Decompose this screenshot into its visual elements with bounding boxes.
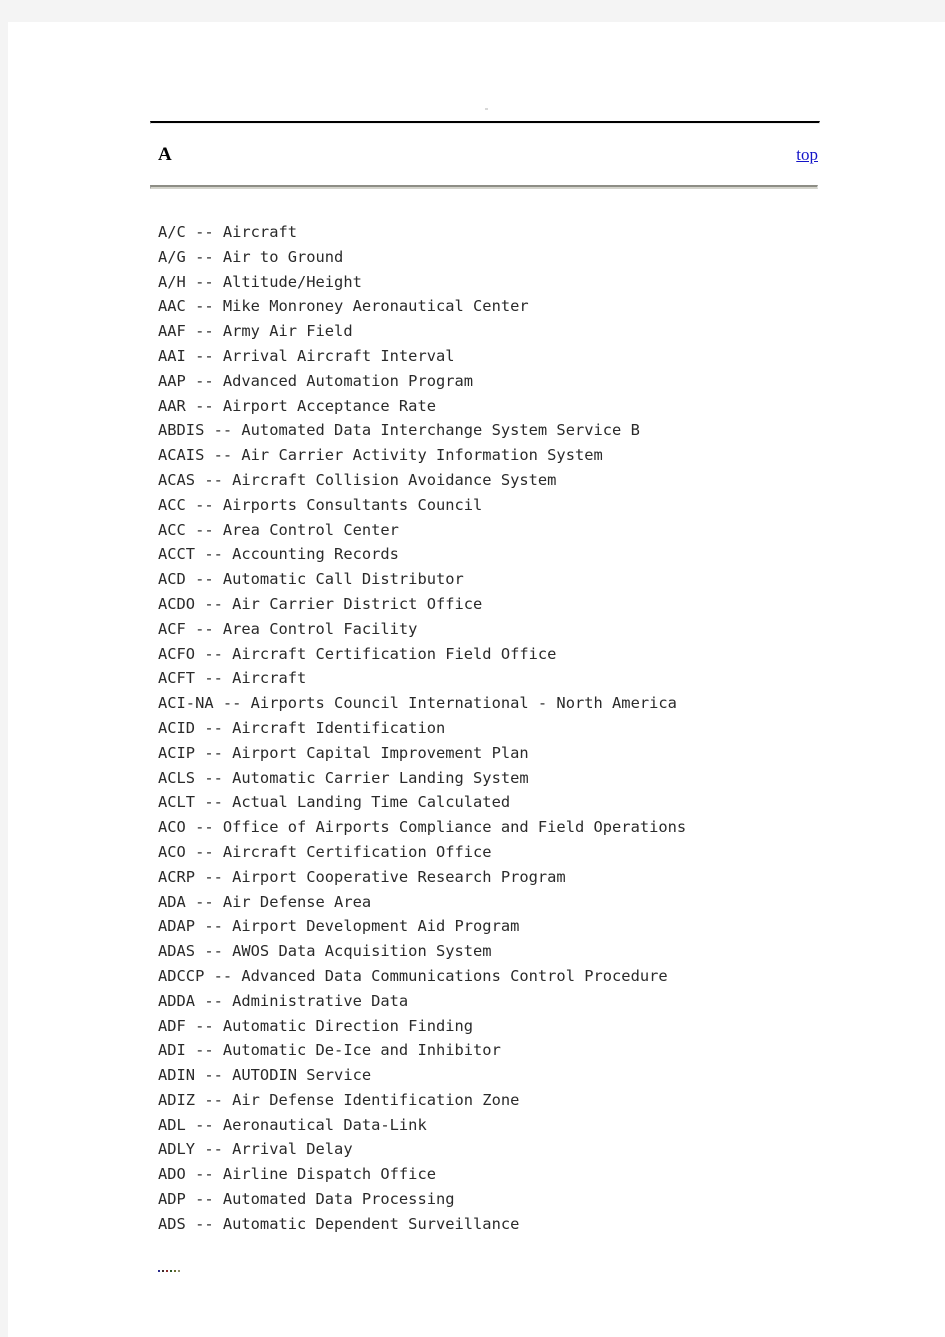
- footer-dot: [174, 1270, 176, 1272]
- abbreviation-entry: ACRP -- Airport Cooperative Research Pro…: [158, 867, 566, 886]
- abbreviation-entry: AAP -- Advanced Automation Program: [158, 371, 474, 390]
- abbreviation-entry: ADDA -- Administrative Data: [158, 991, 409, 1010]
- abbreviation-entry: ACLS -- Automatic Carrier Landing System: [158, 768, 529, 787]
- abbreviation-entry: ACCT -- Accounting Records: [158, 545, 399, 564]
- abbreviation-entry: ACID -- Aircraft Identification: [158, 718, 446, 737]
- abbreviation-entry: ADIZ -- Air Defense Identification Zone: [158, 1090, 520, 1109]
- abbreviation-entry: ADO -- Airline Dispatch Office: [158, 1165, 436, 1184]
- abbreviation-entry: ACDO -- Air Carrier District Office: [158, 594, 483, 613]
- abbreviation-entry: ADA -- Air Defense Area: [158, 892, 372, 911]
- footer-dot: [178, 1270, 180, 1272]
- top-gray-band: [0, 0, 945, 22]
- abbreviation-entry: AAI -- Arrival Aircraft Interval: [158, 346, 455, 365]
- abbreviation-entry: ACD -- Automatic Call Distributor: [158, 570, 464, 589]
- footer-dot: [158, 1270, 160, 1272]
- page-speck-artifact: [485, 108, 488, 110]
- abbreviation-entry: ACI-NA -- Airports Council International…: [158, 694, 677, 713]
- top-link[interactable]: top: [796, 142, 818, 168]
- section-top-rule: [150, 121, 820, 124]
- abbreviation-entry: ACAIS -- Air Carrier Activity Informatio…: [158, 446, 603, 465]
- abbreviation-entry: ACC -- Airports Consultants Council: [158, 495, 483, 514]
- abbreviation-entry: ABDIS -- Automated Data Interchange Syst…: [158, 421, 640, 440]
- section-heading-row: A top: [150, 142, 818, 172]
- abbreviation-entry: A/C -- Aircraft: [158, 223, 297, 241]
- abbreviation-entry: AAF -- Army Air Field: [158, 322, 353, 341]
- footer-dot: [166, 1270, 168, 1272]
- footer-dot-marker: [158, 1270, 180, 1272]
- abbreviation-entry: ADCCP -- Advanced Data Communications Co…: [158, 966, 668, 985]
- abbreviation-list: A/C -- Aircraft A/G -- Air to Ground A/H -…: [158, 220, 918, 1237]
- abbreviation-entry: ACFT -- Aircraft: [158, 669, 307, 688]
- abbreviation-entry: ADI -- Automatic De-Ice and Inhibitor: [158, 1041, 501, 1060]
- abbreviation-entry: ADIN -- AUTODIN Service: [158, 1066, 372, 1085]
- abbreviation-entry: A/G -- Air to Ground: [158, 247, 344, 266]
- abbreviation-entry: ADP -- Automated Data Processing: [158, 1190, 455, 1209]
- document-page: A top A/C -- Aircraft A/G -- Air to Groun…: [8, 22, 945, 1337]
- abbreviation-entry: ACFO -- Aircraft Certification Field Off…: [158, 644, 557, 663]
- footer-dot: [170, 1270, 172, 1272]
- abbreviation-entry: ACLT -- Actual Landing Time Calculated: [158, 793, 511, 812]
- abbreviation-entry: ADL -- Aeronautical Data-Link: [158, 1115, 427, 1134]
- abbreviation-entry: ACF -- Area Control Facility: [158, 619, 418, 638]
- abbreviation-entry: ACC -- Area Control Center: [158, 520, 399, 539]
- left-gray-strip: [0, 22, 8, 1337]
- abbreviation-entry: ACO -- Office of Airports Compliance and…: [158, 818, 687, 837]
- abbreviation-entry: A/H -- Altitude/Height: [158, 272, 362, 291]
- abbreviation-entry: ADAP -- Airport Development Aid Program: [158, 917, 520, 936]
- abbreviation-entry: ADS -- Automatic Dependent Surveillance: [158, 1214, 520, 1233]
- abbreviation-entry: ACO -- Aircraft Certification Office: [158, 842, 492, 861]
- abbreviation-entry: ADF -- Automatic Direction Finding: [158, 1016, 474, 1035]
- abbreviation-entry: ACAS -- Aircraft Collision Avoidance Sys…: [158, 470, 557, 489]
- abbreviation-entry: ADAS -- AWOS Data Acquisition System: [158, 942, 492, 961]
- abbreviation-entry: AAR -- Airport Acceptance Rate: [158, 396, 436, 415]
- abbreviation-entry: AAC -- Mike Monroney Aeronautical Center: [158, 297, 529, 316]
- footer-dot: [162, 1270, 164, 1272]
- abbreviation-entry: ADLY -- Arrival Delay: [158, 1140, 353, 1159]
- page-title: A: [158, 144, 172, 165]
- section-bottom-rule: [150, 185, 818, 189]
- abbreviation-entry: ACIP -- Airport Capital Improvement Plan: [158, 743, 529, 762]
